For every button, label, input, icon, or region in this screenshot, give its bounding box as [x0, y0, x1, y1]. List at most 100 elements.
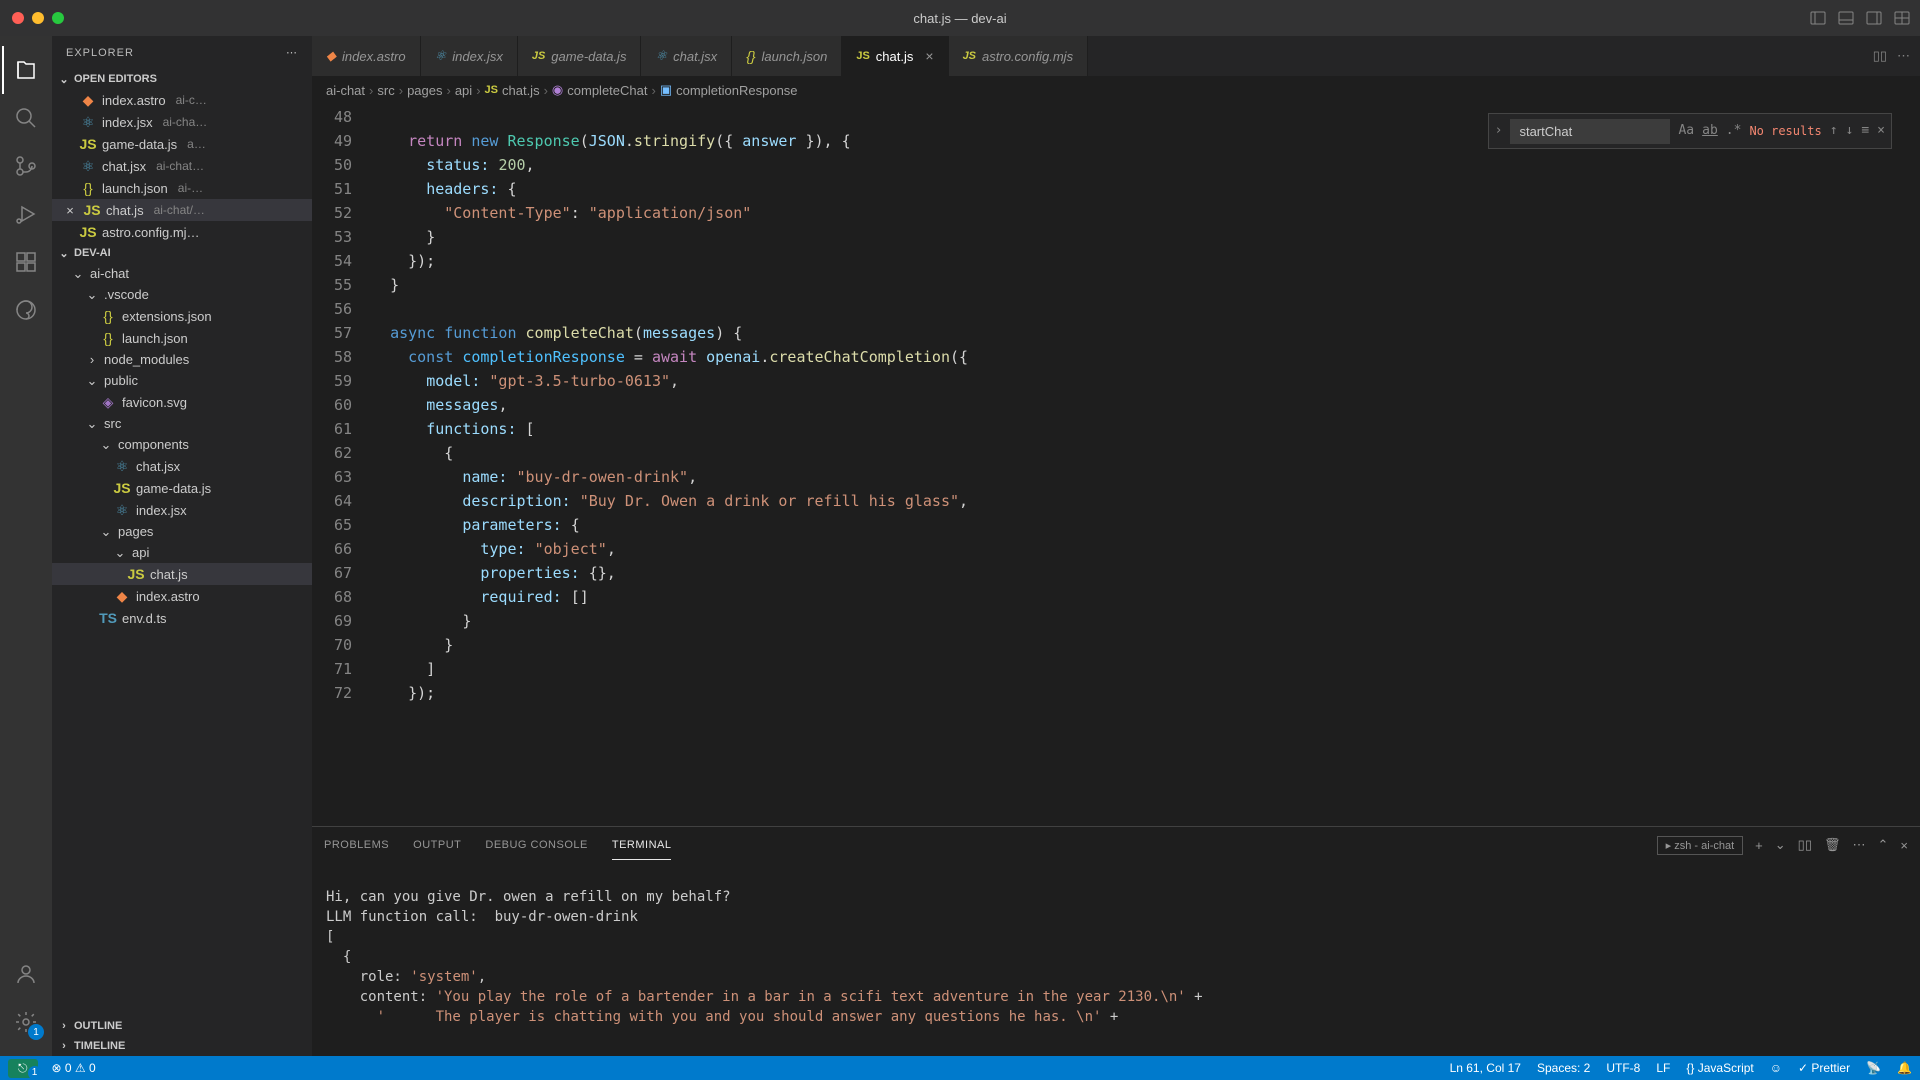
file-item[interactable]: {}extensions.json — [52, 305, 312, 327]
tab-index-jsx[interactable]: ⚛index.jsx — [421, 36, 518, 76]
problems-tab[interactable]: PROBLEMS — [324, 831, 389, 859]
folder-item[interactable]: ⌄api — [52, 542, 312, 563]
chevron-right-icon: › — [58, 1040, 70, 1052]
extensions-icon[interactable] — [2, 238, 50, 286]
file-item[interactable]: {}launch.json — [52, 327, 312, 349]
chevron-down-icon: ⌄ — [100, 526, 112, 538]
tab-game-data[interactable]: JSgame-data.js — [518, 36, 642, 76]
breadcrumbs[interactable]: ai-chat› src› pages› api› JS chat.js› ◉ … — [312, 76, 1920, 105]
settings-gear-icon[interactable]: 1 — [2, 998, 50, 1046]
folder-item[interactable]: ⌄ai-chat — [52, 263, 312, 284]
file-item[interactable]: TSenv.d.ts — [52, 607, 312, 629]
regex-icon[interactable]: .* — [1726, 119, 1742, 143]
find-expand-icon[interactable]: › — [1495, 119, 1503, 143]
remote-indicator[interactable]: ⎋ — [8, 1059, 38, 1078]
source-control-icon[interactable] — [2, 142, 50, 190]
open-editor-item[interactable]: ◆index.astroai-c… — [52, 89, 312, 111]
run-debug-icon[interactable] — [2, 190, 50, 238]
open-editor-item[interactable]: ⚛chat.jsxai-chat… — [52, 155, 312, 177]
maximize-window[interactable] — [52, 12, 64, 24]
project-section[interactable]: ⌄ DEV-AI — [52, 243, 312, 263]
file-item[interactable]: ◆index.astro — [52, 585, 312, 607]
terminal-dropdown-icon[interactable]: ⌄ — [1775, 837, 1786, 853]
open-editor-item[interactable]: JSastro.config.mj… — [52, 221, 312, 243]
prettier-status[interactable]: ✓ Prettier — [1798, 1061, 1850, 1075]
file-item[interactable]: JSchat.js — [52, 563, 312, 585]
file-item[interactable]: ◈favicon.svg — [52, 391, 312, 413]
folder-item[interactable]: ⌄src — [52, 413, 312, 434]
cursor-position[interactable]: Ln 61, Col 17 — [1450, 1061, 1521, 1075]
folder-item[interactable]: ⌄components — [52, 434, 312, 455]
errors-warnings[interactable]: ⊗ 0 ⚠ 0 — [52, 1061, 96, 1075]
tab-chat-js[interactable]: JSchat.js× — [842, 36, 948, 76]
folder-item[interactable]: ⌄pages — [52, 521, 312, 542]
sidebar-more-icon[interactable]: ⋯ — [286, 46, 298, 59]
open-editor-item[interactable]: {}launch.jsonai-… — [52, 177, 312, 199]
match-word-icon[interactable]: ab — [1702, 119, 1718, 143]
ts-file-icon: TS — [100, 610, 116, 626]
terminal-shell-label[interactable]: ▸ zsh - ai-chat — [1657, 836, 1744, 855]
language-mode[interactable]: {} JavaScript — [1686, 1061, 1753, 1075]
code-lines[interactable]: return new Response(JSON.stringify({ ans… — [372, 105, 1920, 826]
search-icon[interactable] — [2, 94, 50, 142]
find-widget: › Aa ab .* No results ↑ ↓ ≡ × — [1488, 113, 1892, 149]
chevron-down-icon: ⌄ — [72, 268, 84, 280]
open-editors-section[interactable]: ⌄ OPEN EDITORS — [52, 69, 312, 89]
explorer-icon[interactable] — [2, 46, 50, 94]
folder-item[interactable]: ⌄.vscode — [52, 284, 312, 305]
folder-item[interactable]: ›node_modules — [52, 349, 312, 370]
tweet-feedback-icon[interactable]: 📡 — [1866, 1061, 1881, 1075]
open-editor-item[interactable]: JSgame-data.jsa… — [52, 133, 312, 155]
debug-console-tab[interactable]: DEBUG CONSOLE — [485, 831, 587, 859]
close-panel-icon[interactable]: × — [1900, 838, 1908, 853]
new-terminal-icon[interactable]: + — [1755, 838, 1763, 853]
tab-astro-config[interactable]: JSastro.config.mjs — [949, 36, 1089, 76]
split-terminal-icon[interactable]: ▯▯ — [1798, 837, 1812, 853]
tab-launch-json[interactable]: {}launch.json — [732, 36, 842, 76]
next-match-icon[interactable]: ↓ — [1846, 119, 1854, 143]
maximize-panel-icon[interactable]: ⌃ — [1878, 837, 1889, 853]
file-item[interactable]: ⚛chat.jsx — [52, 455, 312, 477]
more-actions-icon[interactable]: ⋯ — [1897, 48, 1910, 64]
timeline-section[interactable]: › TIMELINE — [52, 1036, 312, 1056]
outline-section[interactable]: › OUTLINE — [52, 1016, 312, 1036]
more-terminal-icon[interactable]: ⋯ — [1853, 837, 1866, 853]
terminal-content[interactable]: Hi, can you give Dr. owen a refill on my… — [312, 863, 1920, 1056]
tab-chat-jsx[interactable]: ⚛chat.jsx — [641, 36, 732, 76]
indentation[interactable]: Spaces: 2 — [1537, 1061, 1590, 1075]
feedback-icon[interactable]: ☺ — [1770, 1061, 1782, 1075]
close-icon[interactable]: × — [62, 203, 78, 218]
toggle-panel-left-icon[interactable] — [1810, 10, 1826, 26]
output-tab[interactable]: OUTPUT — [413, 831, 461, 859]
eol[interactable]: LF — [1656, 1061, 1670, 1075]
file-item[interactable]: JSgame-data.js — [52, 477, 312, 499]
encoding[interactable]: UTF-8 — [1606, 1061, 1640, 1075]
match-case-icon[interactable]: Aa — [1678, 119, 1694, 143]
prev-match-icon[interactable]: ↑ — [1830, 119, 1838, 143]
close-window[interactable] — [12, 12, 24, 24]
accounts-icon[interactable] — [2, 950, 50, 998]
toggle-panel-right-icon[interactable] — [1866, 10, 1882, 26]
find-in-selection-icon[interactable]: ≡ — [1861, 119, 1869, 143]
file-item[interactable]: ⚛index.jsx — [52, 499, 312, 521]
jsx-file-icon: ⚛ — [114, 502, 130, 518]
kill-terminal-icon[interactable]: 🗑 — [1824, 837, 1841, 853]
minimize-window[interactable] — [32, 12, 44, 24]
terminal-tab[interactable]: TERMINAL — [612, 831, 672, 860]
close-find-icon[interactable]: × — [1877, 119, 1885, 143]
notifications-icon[interactable]: 🔔 — [1897, 1061, 1912, 1075]
editor-content[interactable]: › Aa ab .* No results ↑ ↓ ≡ × 4849505152… — [312, 105, 1920, 826]
folder-item[interactable]: ⌄public — [52, 370, 312, 391]
split-editor-icon[interactable]: ▯▯ — [1873, 48, 1887, 64]
find-input[interactable] — [1510, 119, 1670, 144]
open-editor-item[interactable]: ×JSchat.jsai-chat/… — [52, 199, 312, 221]
chevron-down-icon: ⌄ — [86, 418, 98, 430]
open-editor-item[interactable]: ⚛index.jsxai-cha… — [52, 111, 312, 133]
edge-devtools-icon[interactable] — [2, 286, 50, 334]
customize-layout-icon[interactable] — [1894, 10, 1910, 26]
find-results: No results — [1749, 119, 1821, 143]
close-tab-icon[interactable]: × — [925, 48, 933, 64]
tab-index-astro[interactable]: ◆index.astro — [312, 36, 421, 76]
toggle-panel-bottom-icon[interactable] — [1838, 10, 1854, 26]
chevron-down-icon: ⌄ — [86, 375, 98, 387]
